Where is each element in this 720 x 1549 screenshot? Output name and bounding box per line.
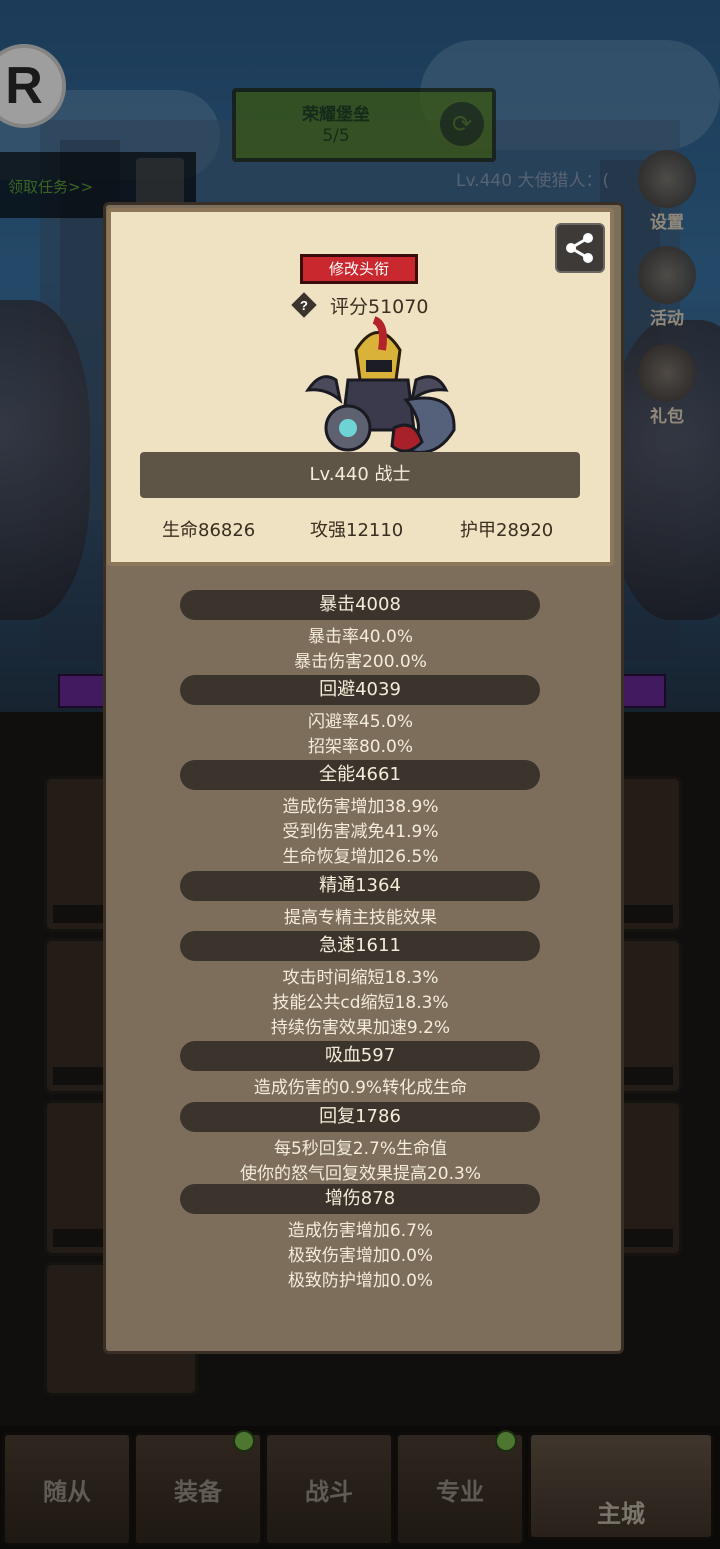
stat-line: 技能公共cd缩短18.3% — [272, 993, 449, 1013]
stat-line: 极致防护增加0.0% — [287, 1271, 434, 1291]
share-button[interactable] — [555, 223, 605, 273]
stat-line: 提高专精主技能效果 — [284, 908, 437, 928]
section-haste: 急速1611 — [180, 931, 540, 961]
section-damage-boost: 增伤878 — [180, 1184, 540, 1214]
stat-line: 每5秒回复2.7%生命值 — [273, 1139, 447, 1159]
section-versatility: 全能4661 — [180, 760, 540, 790]
stat-line: 暴击率40.0% — [307, 627, 413, 647]
share-icon — [566, 233, 593, 263]
stat-line: 生命恢复增加26.5% — [282, 847, 439, 867]
stat-line: 造成伤害增加38.9% — [282, 797, 439, 817]
stat-line: 使你的怒气回复效果提高20.3% — [239, 1164, 481, 1184]
section-mastery: 精通1364 — [180, 871, 540, 901]
stat-line: 持续伤害效果加速9.2% — [270, 1018, 451, 1038]
hero-portrait — [305, 316, 456, 468]
armor-stat: 护甲28920 — [460, 520, 554, 541]
section-lifesteal: 吸血597 — [180, 1041, 540, 1071]
attack-stat: 攻强12110 — [310, 520, 404, 541]
section-avoidance: 回避4039 — [180, 675, 540, 705]
rename-title-button[interactable]: 修改头衔 — [300, 254, 418, 284]
stat-line: 闪避率45.0% — [307, 712, 413, 732]
hp-stat: 生命86826 — [162, 520, 256, 541]
stat-line: 受到伤害减免41.9% — [282, 822, 439, 842]
stat-line: 造成伤害的0.9%转化成生命 — [253, 1078, 468, 1098]
section-crit: 暴击4008 — [180, 590, 540, 620]
section-regen: 回复1786 — [180, 1102, 540, 1132]
stat-line: 造成伤害增加6.7% — [287, 1221, 434, 1241]
stat-line: 攻击时间缩短18.3% — [282, 968, 439, 988]
stat-line: 极致伤害增加0.0% — [287, 1246, 434, 1266]
stat-line: 暴击伤害200.0% — [294, 652, 427, 672]
hero-name-bar: Lv.440 战士 — [140, 452, 580, 498]
stat-line: 招架率80.0% — [307, 737, 413, 757]
